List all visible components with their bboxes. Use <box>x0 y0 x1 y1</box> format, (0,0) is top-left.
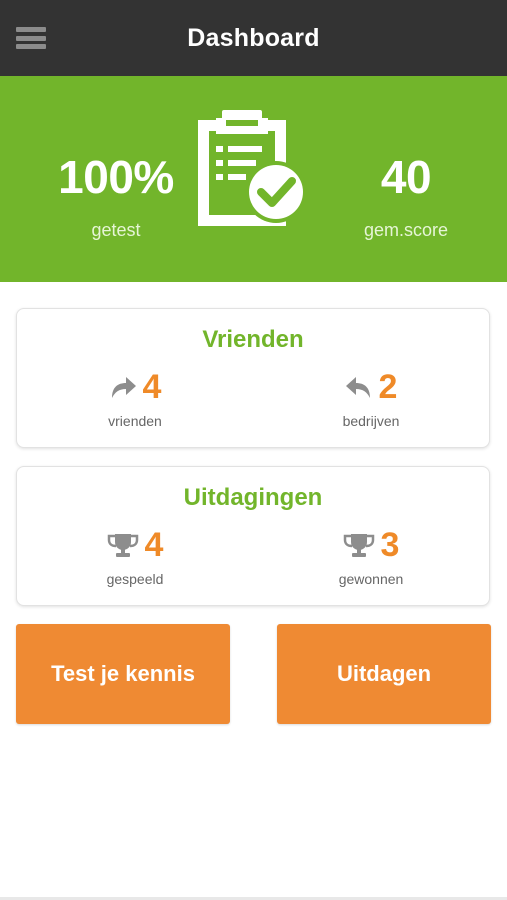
tested-value: 100% <box>58 151 174 203</box>
test-knowledge-button[interactable]: Test je kennis <box>16 624 230 724</box>
played-label: gespeeld <box>106 571 164 587</box>
won-count: 3 <box>380 526 400 564</box>
played-stat: 4 gespeeld <box>75 525 195 587</box>
won-label: gewonnen <box>338 571 404 587</box>
friends-count: 4 <box>142 368 162 406</box>
friends-label: vrienden <box>108 413 162 429</box>
friends-card-title: Vrienden <box>202 326 304 353</box>
trophy-icon <box>343 534 374 557</box>
score-label: gem.score <box>363 220 449 240</box>
companies-label: bedrijven <box>342 413 400 429</box>
tested-stat: 100% getest <box>18 154 214 241</box>
challenges-card-title: Uitdagingen <box>183 484 323 511</box>
played-count: 4 <box>144 526 164 564</box>
trophy-icon <box>107 534 138 557</box>
companies-count: 2 <box>378 368 398 406</box>
tested-label: getest <box>91 220 141 240</box>
page-title: Dashboard <box>187 23 320 52</box>
hamburger-menu-icon[interactable] <box>16 27 46 49</box>
friends-stat: 4 vrienden <box>75 367 195 429</box>
share-forward-icon <box>111 377 136 398</box>
top-bar: Dashboard <box>0 0 507 76</box>
score-value: 40 <box>380 151 432 203</box>
won-stat: 3 gewonnen <box>311 525 431 587</box>
companies-stat: 2 bedrijven <box>311 367 431 429</box>
challenges-card[interactable]: Uitdagingen 4 gespeeld 3 gewonnen <box>16 466 490 606</box>
score-stat: 40 gem.score <box>330 154 482 241</box>
challenge-button[interactable]: Uitdagen <box>277 624 491 724</box>
friends-card[interactable]: Vrienden 4 vrienden 2 bedrijven <box>16 308 490 448</box>
clipboard-check-icon <box>198 110 307 226</box>
stats-hero: 100% getest 40 gem.score <box>0 76 507 282</box>
reply-back-icon <box>345 377 370 398</box>
